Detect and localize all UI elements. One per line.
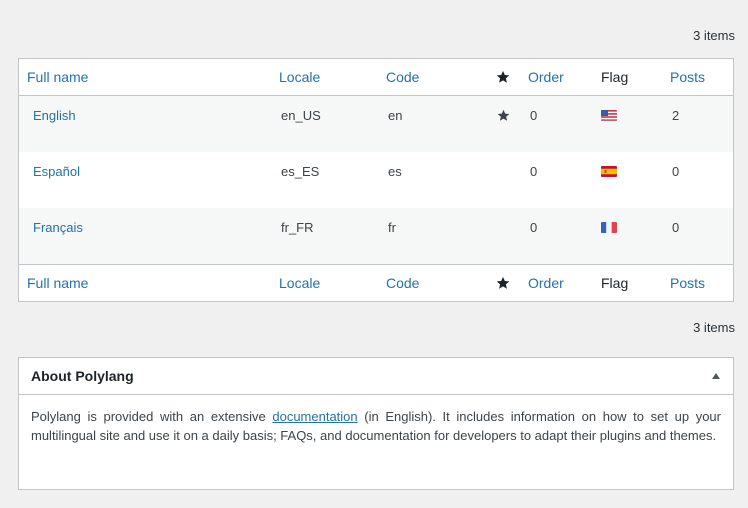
panel-body: Polylang is provided with an extensive d… (19, 395, 733, 445)
panel-header: About Polylang (19, 358, 733, 395)
language-name-link[interactable]: Español (33, 164, 80, 179)
language-order: 0 (530, 163, 538, 179)
table-footer-row: Full name Locale Code Order Flag Posts (19, 264, 733, 301)
es-flag-icon (601, 152, 617, 190)
table-row: English en_US en 0 2 (19, 96, 733, 152)
column-posts-sort-link[interactable]: Posts (670, 69, 705, 85)
language-name-link[interactable]: Français (33, 220, 83, 235)
column-locale-sort-link[interactable]: Locale (279, 275, 320, 291)
column-flag-header: Flag (601, 69, 629, 85)
language-order: 0 (530, 107, 538, 123)
table-row: Français fr_FR fr 0 0 (19, 208, 733, 264)
panel-title: About Polylang (31, 368, 134, 384)
items-count-bottom: 3 items (693, 320, 735, 335)
language-code: en (388, 107, 403, 123)
column-posts-sort-link[interactable]: Posts (670, 275, 705, 291)
fr-flag-icon (601, 208, 617, 246)
column-full-name-sort-link[interactable]: Full name (27, 69, 88, 85)
table-row: Español es_ES es 0 0 (19, 152, 733, 208)
column-locale-sort-link[interactable]: Locale (279, 69, 320, 85)
language-code: es (388, 163, 402, 179)
caret-up-icon (712, 373, 720, 379)
items-count-top: 3 items (693, 28, 735, 43)
column-order-sort-link[interactable]: Order (528, 275, 564, 291)
language-order: 0 (530, 219, 538, 235)
column-order-sort-link[interactable]: Order (528, 69, 564, 85)
language-posts-count: 0 (672, 219, 680, 235)
collapse-panel-button[interactable] (709, 369, 723, 383)
language-posts-count: 0 (672, 163, 680, 179)
about-text-before: Polylang is provided with an extensive (31, 409, 273, 424)
language-locale: es_ES (281, 163, 320, 179)
default-language-star-icon (495, 59, 511, 95)
default-star-icon (495, 96, 511, 134)
column-code-sort-link[interactable]: Code (386, 275, 419, 291)
default-language-star-icon (495, 265, 511, 301)
language-locale: en_US (281, 107, 321, 123)
documentation-link[interactable]: documentation (272, 409, 357, 424)
column-flag-header: Flag (601, 275, 629, 291)
column-full-name-sort-link[interactable]: Full name (27, 275, 88, 291)
language-locale: fr_FR (281, 219, 314, 235)
language-posts-count: 2 (672, 107, 680, 123)
us-flag-icon (601, 96, 617, 134)
about-polylang-panel: About Polylang Polylang is provided with… (18, 357, 734, 490)
languages-table: Full name Locale Code Order Flag Posts E… (18, 58, 734, 302)
language-code: fr (388, 219, 396, 235)
column-code-sort-link[interactable]: Code (386, 69, 419, 85)
language-name-link[interactable]: English (33, 108, 76, 123)
table-header-row: Full name Locale Code Order Flag Posts (19, 59, 733, 96)
